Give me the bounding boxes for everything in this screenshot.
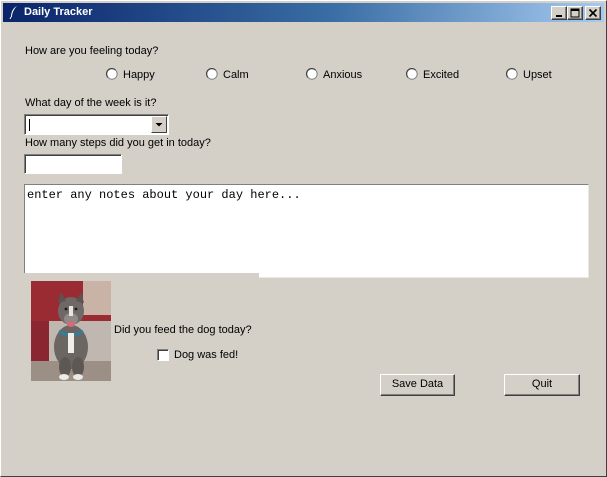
steps-question: How many steps did you get in today? xyxy=(25,137,211,149)
feeling-question: How are you feeling today? xyxy=(25,45,159,57)
app-window: Daily Tracker How are you feeling today?… xyxy=(0,0,607,477)
minimize-icon xyxy=(556,15,562,17)
chevron-down-icon xyxy=(155,123,163,127)
close-icon xyxy=(588,8,598,18)
radio-label-anxious[interactable]: Anxious xyxy=(323,69,362,82)
feather-icon xyxy=(9,6,17,19)
notes-text: enter any notes about your day here... xyxy=(27,188,301,202)
maximize-icon xyxy=(570,8,580,18)
radio-upset[interactable] xyxy=(506,68,518,80)
radio-happy[interactable] xyxy=(106,68,118,80)
window-title: Daily Tracker xyxy=(24,6,93,18)
radio-label-happy[interactable]: Happy xyxy=(123,69,155,82)
notes-textarea[interactable]: enter any notes about your day here... xyxy=(24,184,589,278)
dog-fed-label[interactable]: Dog was fed! xyxy=(174,349,238,362)
radio-label-excited[interactable]: Excited xyxy=(423,69,459,82)
radio-excited[interactable] xyxy=(406,68,418,80)
minimize-button[interactable] xyxy=(551,6,567,20)
maximize-button[interactable] xyxy=(567,6,583,20)
dog-photo xyxy=(31,281,111,381)
dog-question: Did you feed the dog today? xyxy=(114,324,252,336)
steps-input[interactable] xyxy=(24,154,122,174)
day-dropdown-button[interactable] xyxy=(151,116,167,133)
quit-button[interactable]: Quit xyxy=(504,374,580,396)
radio-anxious[interactable] xyxy=(306,68,318,80)
radio-label-upset[interactable]: Upset xyxy=(523,69,552,82)
text-caret xyxy=(29,119,30,131)
save-data-button[interactable]: Save Data xyxy=(380,374,455,396)
notes-bottom-gap xyxy=(24,273,259,279)
dog-fed-checkbox[interactable] xyxy=(157,349,169,361)
day-question: What day of the week is it? xyxy=(25,97,157,109)
close-button[interactable] xyxy=(585,6,601,20)
title-bar[interactable]: Daily Tracker xyxy=(3,3,604,22)
day-combobox[interactable] xyxy=(24,114,169,135)
radio-label-calm[interactable]: Calm xyxy=(223,69,249,82)
radio-calm[interactable] xyxy=(206,68,218,80)
